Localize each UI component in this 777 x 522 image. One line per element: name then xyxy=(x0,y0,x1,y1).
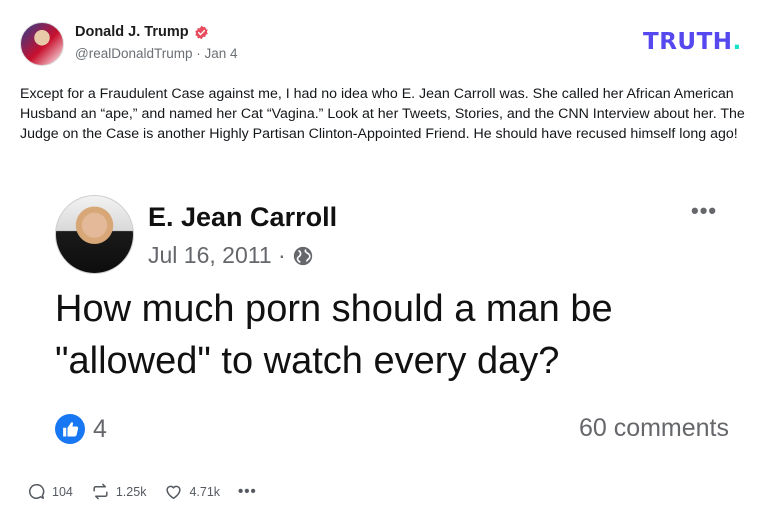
embed-date-row: Jul 16, 2011 · xyxy=(148,242,314,269)
like-count: 4.71k xyxy=(189,484,221,499)
like-thumb-icon xyxy=(55,414,85,444)
heart-icon xyxy=(166,485,182,499)
embed-avatar xyxy=(55,195,134,274)
reply-count: 104 xyxy=(52,484,73,499)
author-name[interactable]: Donald J. Trump xyxy=(75,24,189,40)
embed-comment-count: 60 comments xyxy=(578,414,729,442)
retruth-icon xyxy=(93,483,108,500)
globe-icon xyxy=(293,246,312,265)
more-icon[interactable]: ••• xyxy=(238,483,257,500)
reply-icon xyxy=(28,484,45,499)
retruth-count: 1.25k xyxy=(115,484,147,499)
embed-post-text: How much porn should a man be "allowed" … xyxy=(55,288,613,382)
embed-more-icon: ••• xyxy=(691,198,718,223)
embed-date: Jul 16, 2011 · xyxy=(148,242,286,268)
action-bar: 104 1.25k 4.71k ••• xyxy=(27,482,275,501)
truth-logo: TRUTH. xyxy=(643,29,742,55)
embed-author-name: E. Jean Carroll xyxy=(148,202,338,232)
logo-text: TRUTH xyxy=(643,29,733,55)
embedded-screenshot[interactable]: E. Jean Carroll Jul 16, 2011 · ••• How m… xyxy=(20,178,757,460)
like-button[interactable]: 4.71k xyxy=(164,482,220,501)
author-handle-date[interactable]: @realDonaldTrump · Jan 4 xyxy=(75,46,238,61)
logo-dot: . xyxy=(732,29,742,55)
retruth-button[interactable]: 1.25k xyxy=(91,482,147,501)
post-text: Except for a Fraudulent Case against me,… xyxy=(20,86,745,142)
embed-like-count: 4 xyxy=(93,415,107,443)
reply-button[interactable]: 104 xyxy=(27,482,73,501)
author-avatar[interactable] xyxy=(20,22,64,66)
author-name-row[interactable]: Donald J. Trump xyxy=(75,24,209,40)
verified-badge-icon xyxy=(194,25,208,39)
